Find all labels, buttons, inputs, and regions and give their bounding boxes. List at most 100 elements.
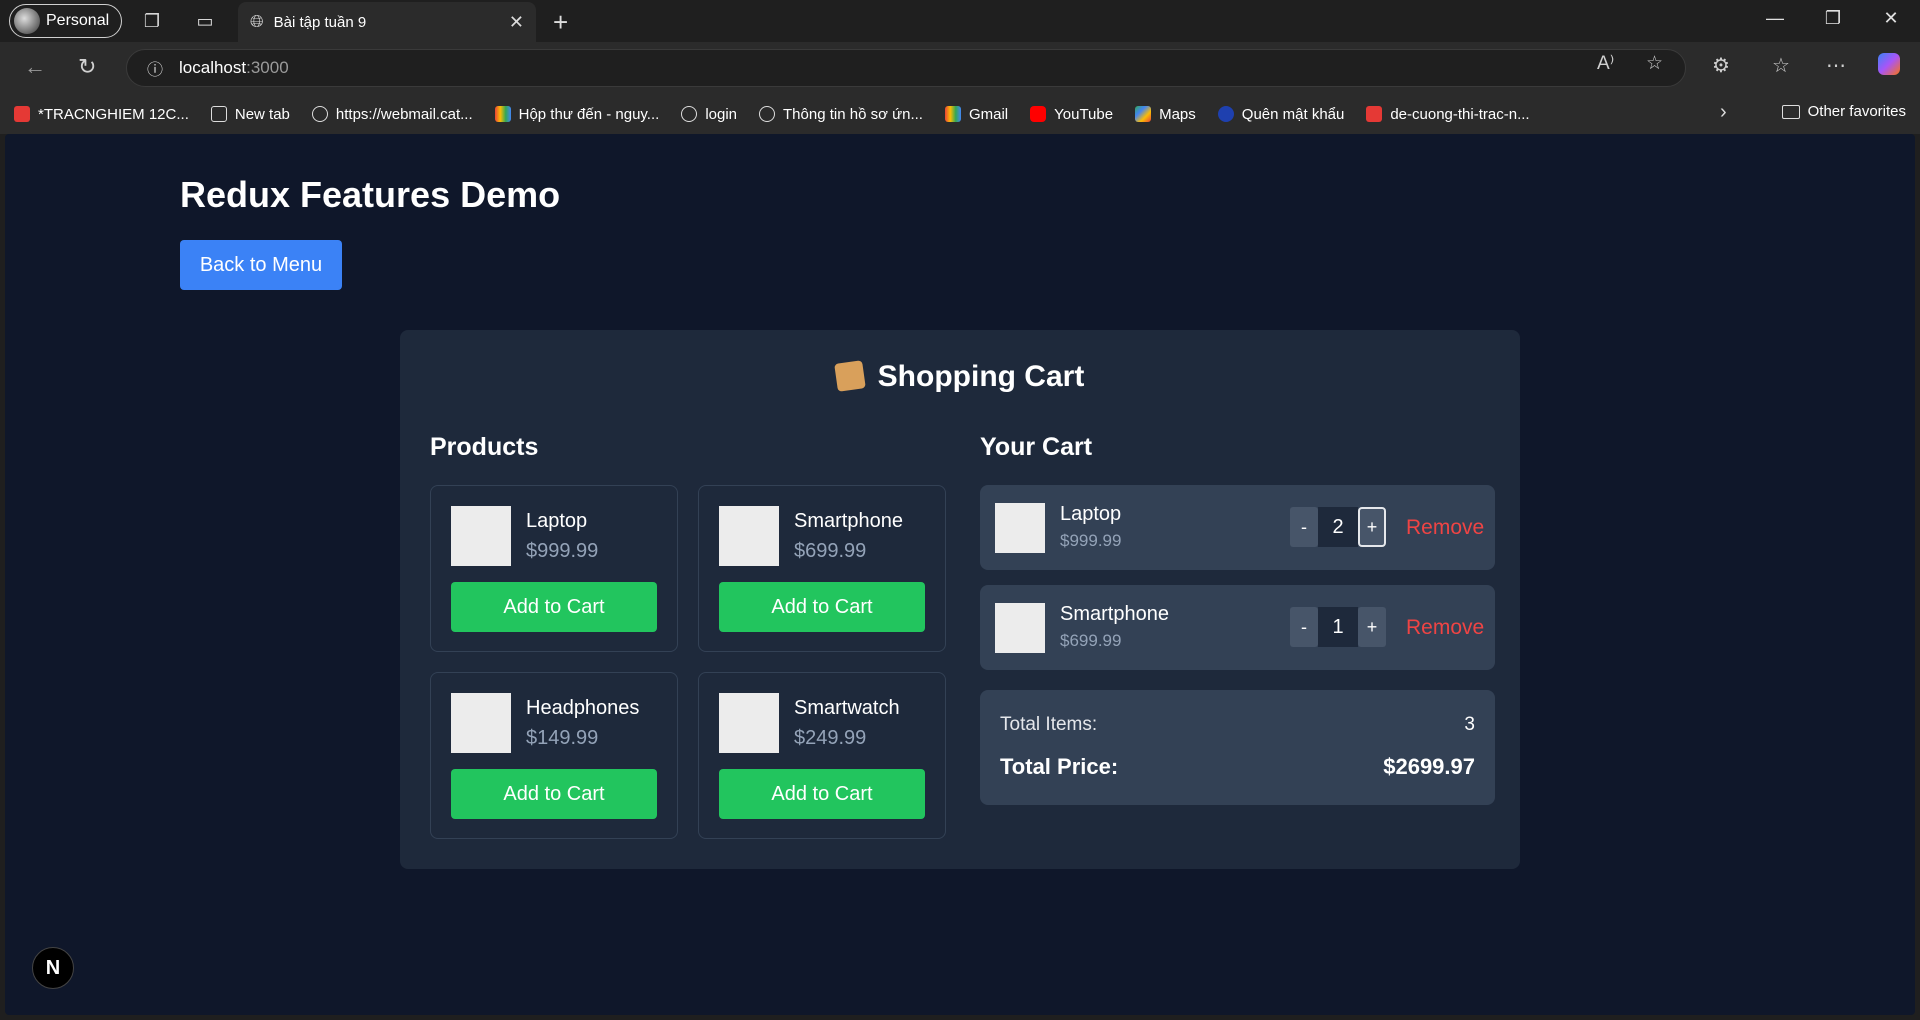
avatar: [14, 8, 40, 34]
page-title: Redux Features Demo: [180, 174, 561, 215]
bookmark-item[interactable]: Thông tin hồ sơ ứn...: [759, 106, 923, 123]
close-tab-icon[interactable]: ✕: [509, 12, 524, 33]
cart-item-smartphone: Smartphone $699.99 - 1 + Remove: [980, 585, 1495, 670]
bookmark-item[interactable]: https://webmail.cat...: [311, 105, 473, 123]
other-favorites[interactable]: Other favorites: [1781, 103, 1906, 120]
bookmark-label: Hộp thư đến - nguy...: [518, 105, 660, 123]
bookmark-item[interactable]: Quên mật khẩu: [1217, 105, 1345, 123]
more-options-icon[interactable]: ⋯: [1826, 53, 1846, 78]
product-card-smartwatch: Smartwatch $249.99 Add to Cart: [698, 672, 946, 839]
newtab-icon: [210, 106, 227, 122]
bookmark-item[interactable]: New tab: [210, 106, 290, 123]
total-items-label: Total Items:: [1000, 714, 1098, 735]
bookmark-label: *TRACNGHIEM 12C...: [38, 105, 189, 123]
product-image: [451, 506, 511, 566]
maps-icon: [1135, 106, 1152, 122]
extensions-icon[interactable]: ⚙: [1712, 53, 1730, 78]
bookmark-label: login: [705, 105, 738, 123]
page-viewport: Redux Features Demo Back to Menu Shoppin…: [5, 134, 1915, 1015]
bookmark-item[interactable]: Gmail: [944, 106, 1008, 123]
new-tab-button[interactable]: +: [553, 7, 568, 38]
product-card-smartphone: Smartphone $699.99 Add to Cart: [698, 485, 946, 652]
favorite-star-icon[interactable]: ☆: [1646, 52, 1663, 75]
nextjs-dev-badge[interactable]: N: [32, 947, 74, 989]
add-to-cart-button[interactable]: Add to Cart: [719, 769, 925, 819]
remove-button[interactable]: Remove: [1406, 616, 1484, 640]
remove-button[interactable]: Remove: [1406, 516, 1484, 540]
info-icon[interactable]: ⓘ: [147, 56, 163, 80]
bookmark-label: Quên mật khẩu: [1241, 105, 1345, 123]
add-to-cart-button[interactable]: Add to Cart: [719, 582, 925, 632]
restore-icon[interactable]: ❐: [1813, 8, 1853, 29]
refresh-icon[interactable]: ↻: [78, 54, 96, 80]
active-tab[interactable]: 🌐︎ Bài tập tuần 9 ✕: [238, 2, 536, 42]
profile-label: Personal: [46, 12, 110, 29]
bookmark-item[interactable]: Maps: [1135, 106, 1196, 123]
add-to-cart-button[interactable]: Add to Cart: [451, 582, 657, 632]
product-price: $699.99: [794, 540, 867, 562]
quantity-stepper: - 2 +: [1290, 507, 1386, 547]
cart-totals: Total Items: 3 Total Price: $2699.97: [980, 690, 1495, 805]
bookmark-label: de-cuong-thi-trac-n...: [1390, 105, 1530, 123]
address-host: localhost: [179, 58, 247, 77]
product-name: Smartphone: [794, 510, 903, 532]
bookmark-item[interactable]: de-cuong-thi-trac-n...: [1366, 105, 1530, 123]
product-name: Smartwatch: [794, 697, 900, 719]
package-icon: [833, 360, 866, 392]
globe-icon: [311, 106, 328, 122]
tab-actions-icon[interactable]: ▭: [193, 9, 217, 33]
quantity-value: 1: [1318, 607, 1358, 647]
pdf-icon: [1366, 106, 1383, 122]
bookmark-item[interactable]: Hộp thư đến - nguy...: [494, 105, 660, 123]
globe-icon: [759, 106, 776, 122]
bookmark-item[interactable]: YouTube: [1030, 106, 1113, 123]
copilot-icon[interactable]: [1878, 53, 1900, 81]
gmail-icon: [494, 106, 511, 122]
youtube-icon: [1030, 106, 1047, 122]
total-price-label: Total Price:: [1000, 754, 1119, 779]
bookmark-item[interactable]: login: [681, 106, 737, 123]
close-window-icon[interactable]: ✕: [1871, 8, 1911, 29]
total-items-value: 3: [1464, 714, 1475, 735]
cart-title: Shopping Cart: [400, 360, 1520, 394]
cart-title-text: Shopping Cart: [877, 360, 1085, 393]
bookmark-label: https://webmail.cat...: [335, 105, 473, 123]
workspaces-icon[interactable]: ❐: [140, 9, 164, 33]
decrease-quantity-button[interactable]: -: [1290, 607, 1318, 647]
your-cart-heading: Your Cart: [980, 433, 1093, 461]
back-to-menu-button[interactable]: Back to Menu: [180, 240, 342, 290]
product-image: [451, 693, 511, 753]
pdf-icon: [14, 106, 30, 122]
total-price-value: $2699.97: [1383, 754, 1475, 779]
increase-quantity-button[interactable]: +: [1358, 507, 1386, 547]
chevron-right-icon[interactable]: ›: [1720, 101, 1727, 124]
back-arrow-icon[interactable]: ←: [24, 54, 46, 80]
read-aloud-icon[interactable]: A⁾: [1597, 52, 1614, 75]
product-image: [719, 506, 779, 566]
folder-icon: [1781, 104, 1800, 119]
profile-button[interactable]: Personal: [9, 4, 123, 38]
site-icon: [1217, 106, 1234, 122]
favorites-icon[interactable]: ☆: [1772, 53, 1790, 78]
shopping-cart-card: Shopping Cart Products Your Cart Laptop …: [400, 330, 1520, 869]
cart-item-image: [995, 603, 1045, 653]
address-port: :3000: [246, 58, 289, 77]
quantity-stepper: - 1 +: [1290, 607, 1386, 647]
product-card-headphones: Headphones $149.99 Add to Cart: [430, 672, 678, 839]
increase-quantity-button[interactable]: +: [1358, 607, 1386, 647]
product-image: [719, 693, 779, 753]
bookmark-label: YouTube: [1054, 105, 1114, 123]
product-price: $999.99: [526, 540, 599, 562]
globe-icon: 🌐︎: [250, 12, 264, 31]
other-favorites-label: Other favorites: [1807, 103, 1906, 120]
bookmark-item[interactable]: *TRACNGHIEM 12C...: [14, 106, 189, 123]
address-bar[interactable]: ⓘ localhost:3000: [126, 49, 1686, 87]
cart-item-name: Laptop: [1060, 503, 1122, 525]
bookmark-label: Maps: [1159, 105, 1196, 123]
products-heading: Products: [430, 433, 539, 461]
cart-item-image: [995, 503, 1045, 553]
gmail-icon: [944, 106, 961, 122]
decrease-quantity-button[interactable]: -: [1290, 507, 1318, 547]
add-to-cart-button[interactable]: Add to Cart: [451, 769, 657, 819]
minimize-icon[interactable]: —: [1755, 8, 1795, 29]
